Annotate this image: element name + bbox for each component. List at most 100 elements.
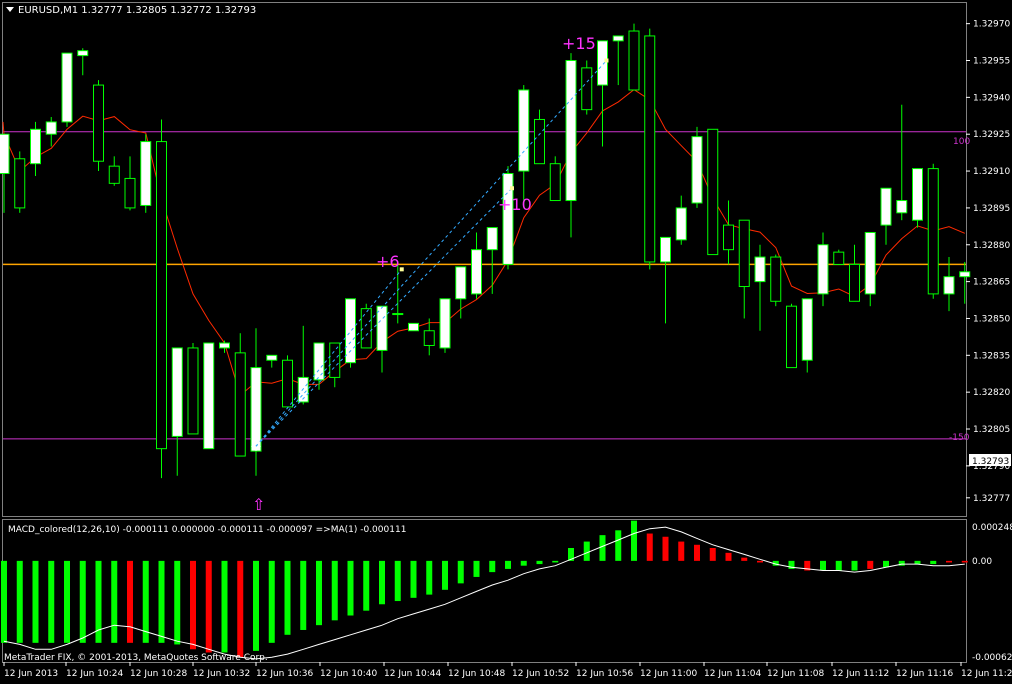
macd-histogram-bar [410, 560, 417, 598]
time-label: 12 Jun 2013 [4, 669, 58, 679]
candle-body [171, 347, 183, 437]
macd-histogram-bar [221, 560, 228, 653]
time-label: 12 Jun 10:40 [320, 669, 377, 679]
macd-histogram-bar [79, 560, 86, 643]
macd-histogram-bar [536, 560, 543, 565]
copyright-footer: MetaTrader FIX, © 2001-2013, MetaQuotes … [4, 653, 268, 663]
macd-histogram-bar [489, 560, 496, 573]
annotation-plus15: +15 [562, 34, 596, 53]
candle-body [518, 89, 530, 172]
time-label: 12 Jun 11:00 [640, 669, 697, 679]
candle-body [234, 352, 246, 457]
current-price-label: 1.32793 [972, 457, 1009, 467]
time-label: 12 Jun 10:32 [193, 669, 250, 679]
buy-arrow-icon: ⇧ [252, 495, 265, 514]
macd-histogram-bar [615, 530, 622, 561]
level-high-label: 100 [953, 137, 970, 147]
candle-body [597, 40, 608, 86]
macd-histogram-bar [694, 544, 700, 561]
time-label: 12 Jun 10:48 [448, 669, 505, 679]
candle-body [124, 177, 136, 209]
macd-histogram-bar [347, 560, 354, 616]
candle-body [770, 256, 782, 302]
macd-histogram-bar [961, 560, 968, 563]
macd-histogram-bar [709, 548, 716, 561]
trend-target-marker [604, 58, 609, 63]
macd-histogram-bar [331, 560, 338, 621]
macd-histogram-bar [442, 560, 448, 590]
candle-body [30, 128, 41, 165]
macd-histogram-bar [158, 560, 165, 643]
candle-body [691, 136, 703, 204]
macd-histogram-bar [741, 557, 748, 561]
macd-histogram-bar [583, 541, 590, 561]
time-label: 12 Jun 11:16 [896, 669, 953, 679]
macd-histogram-bar [16, 560, 23, 643]
candle-body [880, 187, 892, 226]
macd-histogram-bar [946, 560, 952, 563]
trend-target-marker [399, 267, 404, 272]
candle-body [738, 219, 750, 288]
price-label: 1.32940 [973, 93, 1010, 103]
time-label: 12 Jun 11:20 [961, 669, 1012, 679]
macd-histogram-bar [599, 535, 606, 561]
macd-histogram-bar [127, 560, 133, 643]
metatrader-terminal: 1.32970 1.32955 1.32940 1.32925 1.32910 1.328… [0, 0, 1012, 680]
time-label: 12 Jun 11:04 [704, 669, 761, 679]
candle-body [108, 165, 120, 184]
candle-body [0, 133, 10, 175]
macd-histogram-bar [835, 560, 842, 571]
candle-body [912, 168, 923, 221]
macd-histogram-bar [520, 560, 527, 566]
macd-histogram-bar [174, 560, 181, 645]
trend-target-marker [510, 186, 514, 191]
macd-histogram-bar [662, 536, 669, 561]
candle-body [282, 359, 293, 408]
candle-body [93, 84, 104, 162]
candle-body [549, 163, 561, 202]
level-low-label: -150 [949, 433, 970, 443]
candle-body [392, 313, 404, 316]
candle-body [250, 367, 262, 452]
price-label: 1.32895 [973, 204, 1010, 214]
macd-histogram-bar [394, 560, 401, 602]
candle-body [360, 308, 372, 349]
macd-histogram-bar [205, 560, 212, 653]
candle-body [660, 236, 671, 263]
candle-body [927, 168, 939, 295]
candle-body [786, 305, 797, 369]
time-label: 12 Jun 10:36 [256, 669, 313, 679]
macd-histogram-bar [111, 560, 118, 643]
macd-histogram-bar [64, 560, 70, 643]
candle-body [644, 35, 656, 263]
price-label: 1.32835 [973, 351, 1010, 361]
candle-body [943, 276, 955, 295]
macd-histogram-bar [457, 560, 464, 584]
candle-body [140, 141, 152, 206]
candle-body [376, 305, 388, 351]
candle-body [849, 263, 860, 302]
candle-body [266, 354, 278, 361]
price-label: 1.32865 [973, 278, 1010, 288]
price-label: 1.32820 [973, 388, 1010, 398]
candle-body [471, 249, 482, 295]
candle-body [486, 227, 498, 251]
macd-header: MACD_colored(12,26,10) -0.000111 0.00000… [8, 525, 406, 535]
price-label: 1.32970 [973, 20, 1010, 30]
macd-histogram-bar [505, 560, 511, 569]
chart-canvas[interactable]: 1.32970 1.32955 1.32940 1.32925 1.32910 1.328… [0, 0, 1012, 680]
macd-histogram-bar [253, 560, 259, 651]
macd-histogram-bar [883, 560, 889, 568]
macd-histogram-bar [631, 520, 637, 561]
candle-body [423, 330, 435, 346]
candle-body [864, 231, 876, 295]
macd-axis-min: -0.000623 [972, 653, 1012, 663]
price-label: 1.32910 [973, 167, 1010, 177]
candle-body [707, 128, 719, 256]
time-label: 12 Jun 10:52 [512, 669, 569, 679]
candle-body [817, 244, 829, 295]
candle-body [219, 342, 230, 349]
macd-histogram-bar [646, 533, 653, 561]
macd-histogram-bar [757, 560, 763, 563]
macd-histogram-bar [268, 560, 275, 643]
